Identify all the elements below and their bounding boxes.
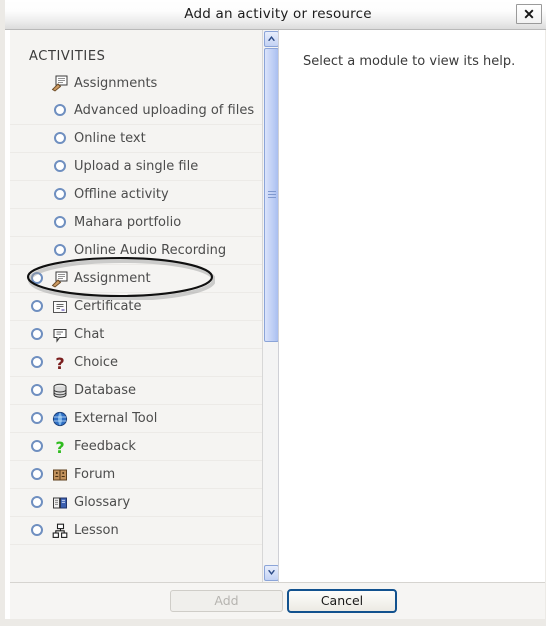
activity-label: Assignment bbox=[74, 271, 151, 286]
activity-list-scrollbar[interactable] bbox=[262, 30, 279, 582]
radio-button[interactable] bbox=[31, 328, 43, 340]
activity-list-item[interactable]: Online text bbox=[10, 125, 262, 153]
activity-list-item[interactable]: ? Choice bbox=[10, 349, 262, 377]
assignment-icon bbox=[51, 74, 69, 92]
activity-list-item[interactable]: Offline activity bbox=[10, 181, 262, 209]
activity-list-item[interactable]: Assignment bbox=[10, 265, 262, 293]
forum-icon bbox=[51, 466, 69, 484]
activity-label: Forum bbox=[74, 467, 116, 482]
help-panel: Select a module to view its help. bbox=[279, 30, 545, 582]
add-activity-dialog: Add an activity or resource ACTIVITIES A… bbox=[0, 0, 546, 626]
radio-button[interactable] bbox=[31, 384, 43, 396]
dialog-titlebar: Add an activity or resource bbox=[5, 0, 546, 30]
scrollbar-thumb[interactable] bbox=[264, 48, 279, 342]
dialog-footer: Add Cancel bbox=[10, 582, 545, 619]
activity-list-item[interactable]: Mahara portfolio bbox=[10, 209, 262, 237]
activity-list-item[interactable]: Forum bbox=[10, 461, 262, 489]
activity-label: Choice bbox=[74, 355, 119, 370]
activity-list-item[interactable]: Glossary bbox=[10, 489, 262, 517]
radio-button[interactable] bbox=[54, 244, 66, 256]
radio-button[interactable] bbox=[31, 272, 43, 284]
activity-label: Upload a single file bbox=[74, 159, 199, 174]
scrollbar-grip bbox=[268, 191, 276, 198]
activity-list-item[interactable]: ? Feedback bbox=[10, 433, 262, 461]
radio-button[interactable] bbox=[54, 132, 66, 144]
globe-icon bbox=[51, 410, 69, 428]
activity-label: External Tool bbox=[74, 411, 158, 426]
activity-label: Certificate bbox=[74, 299, 142, 314]
activity-list-item[interactable]: Advanced uploading of files bbox=[10, 97, 262, 125]
activity-label: Online text bbox=[74, 131, 146, 146]
radio-button[interactable] bbox=[54, 104, 66, 116]
cancel-button[interactable]: Cancel bbox=[287, 589, 397, 613]
activity-list-item[interactable]: Chat bbox=[10, 321, 262, 349]
radio-button[interactable] bbox=[31, 356, 43, 368]
activity-label: Lesson bbox=[74, 523, 119, 538]
activity-list-item[interactable]: Upload a single file bbox=[10, 153, 262, 181]
dialog-title: Add an activity or resource bbox=[184, 6, 372, 22]
radio-button[interactable] bbox=[31, 468, 43, 480]
activity-label: Advanced uploading of files bbox=[74, 103, 255, 118]
chevron-up-icon[interactable] bbox=[264, 31, 279, 47]
choice-icon: ? bbox=[51, 354, 69, 372]
activity-list: Assignments Advanced uploading of files On… bbox=[10, 70, 262, 545]
activities-section-title: ACTIVITIES bbox=[29, 49, 106, 64]
database-icon bbox=[51, 382, 69, 400]
activity-label: Chat bbox=[74, 327, 105, 342]
radio-button[interactable] bbox=[31, 300, 43, 312]
activity-label: Feedback bbox=[74, 439, 136, 454]
chat-icon bbox=[51, 326, 69, 344]
activity-label: Online Audio Recording bbox=[74, 243, 227, 258]
help-text: Select a module to view its help. bbox=[303, 54, 516, 69]
activity-label: Assignments bbox=[74, 76, 158, 91]
activities-panel: ACTIVITIES Assignments Advanced uploading… bbox=[10, 30, 273, 582]
svg-text:?: ? bbox=[55, 354, 64, 372]
activity-list-item[interactable]: Lesson bbox=[10, 517, 262, 545]
radio-button[interactable] bbox=[54, 216, 66, 228]
activity-label: Glossary bbox=[74, 495, 131, 510]
glossary-icon bbox=[51, 494, 69, 512]
svg-text:?: ? bbox=[55, 438, 64, 456]
certificate-icon bbox=[51, 298, 69, 316]
radio-button[interactable] bbox=[31, 412, 43, 424]
lesson-icon bbox=[51, 522, 69, 540]
activity-label: Mahara portfolio bbox=[74, 215, 182, 230]
chevron-down-icon[interactable] bbox=[264, 565, 279, 581]
add-button[interactable]: Add bbox=[170, 590, 283, 612]
activity-group-header: Assignments bbox=[10, 70, 262, 97]
activity-list-item[interactable]: External Tool bbox=[10, 405, 262, 433]
radio-button[interactable] bbox=[31, 440, 43, 452]
activity-list-item[interactable]: Database bbox=[10, 377, 262, 405]
activity-label: Offline activity bbox=[74, 187, 169, 202]
radio-button[interactable] bbox=[54, 188, 66, 200]
feedback-icon: ? bbox=[51, 438, 69, 456]
close-icon[interactable] bbox=[516, 4, 542, 24]
activity-list-item[interactable]: Online Audio Recording bbox=[10, 237, 262, 265]
dialog-body: ACTIVITIES Assignments Advanced uploading… bbox=[10, 30, 545, 582]
activity-label: Database bbox=[74, 383, 137, 398]
radio-button[interactable] bbox=[31, 524, 43, 536]
radio-button[interactable] bbox=[54, 160, 66, 172]
radio-button[interactable] bbox=[31, 496, 43, 508]
assignment-icon bbox=[51, 270, 69, 288]
activity-list-item[interactable]: Certificate bbox=[10, 293, 262, 321]
